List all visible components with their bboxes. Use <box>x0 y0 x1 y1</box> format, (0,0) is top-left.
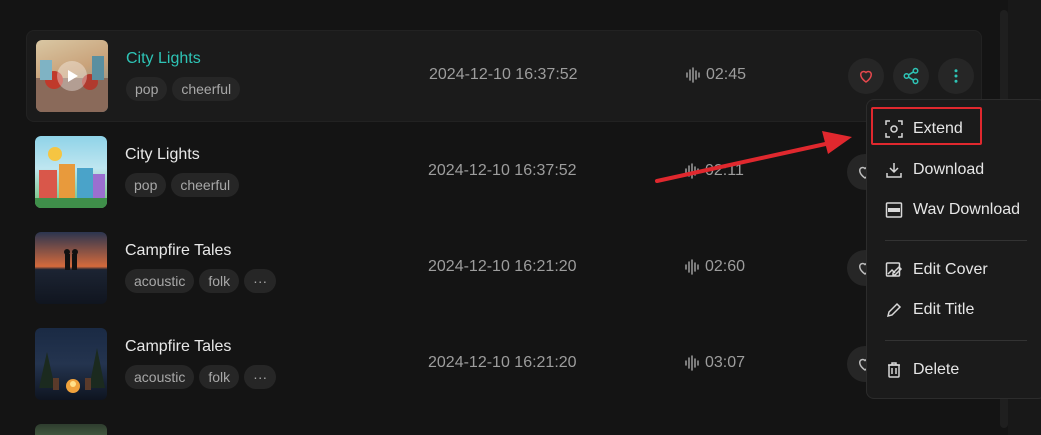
annotation-arrow <box>655 131 852 183</box>
